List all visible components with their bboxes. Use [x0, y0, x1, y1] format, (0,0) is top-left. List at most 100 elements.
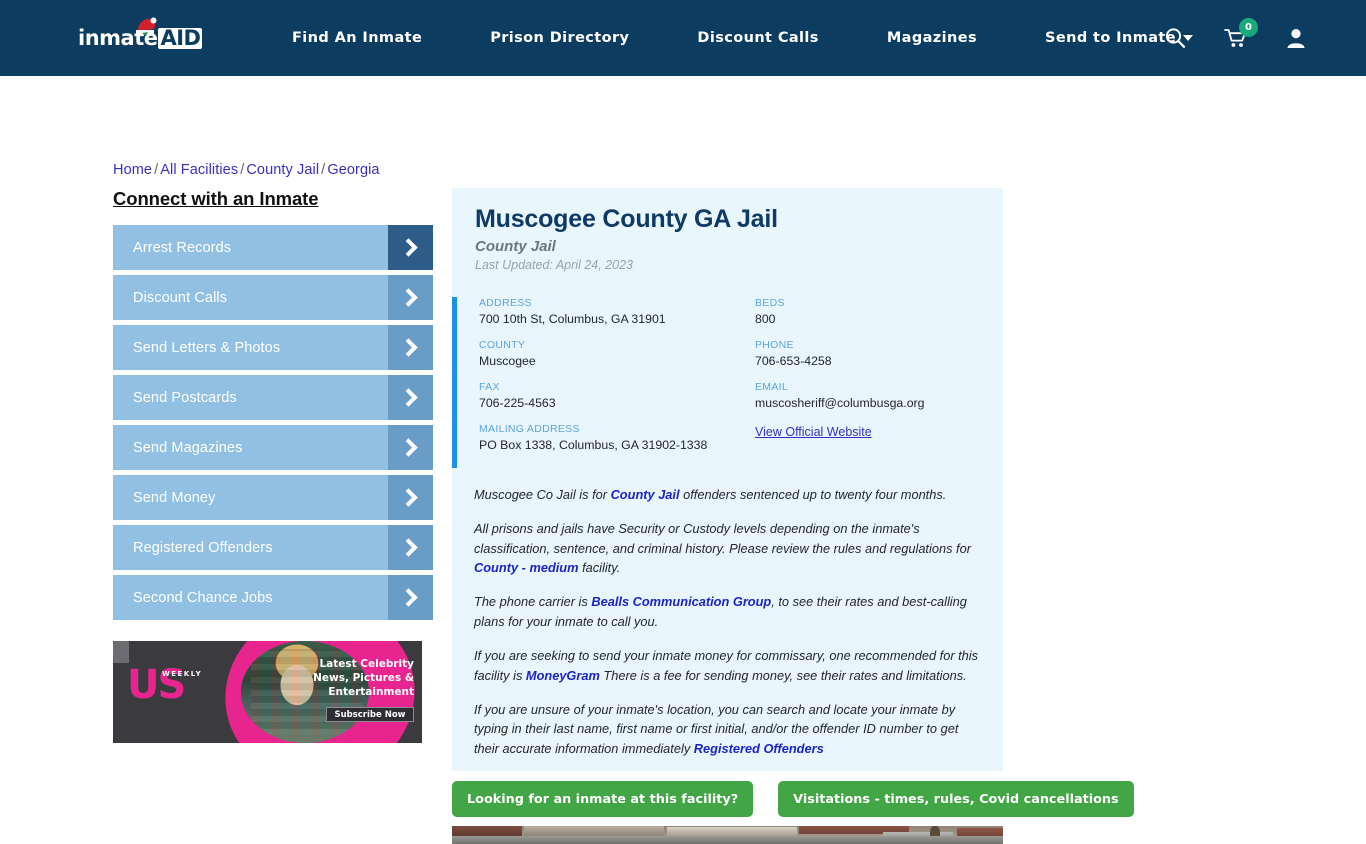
info-value: 706-225-4563 [479, 395, 556, 410]
breadcrumb-item-county-jail[interactable]: County Jail [246, 162, 319, 178]
ad-line-1: Latest Celebrity [319, 658, 414, 670]
facility-description: Muscogee Co Jail is for County Jail offe… [452, 485, 1003, 758]
header-icon-group: 0 [1164, 0, 1306, 76]
facility-info-grid: ADDRESS 700 10th St, Columbus, GA 31901 … [479, 297, 983, 452]
sidebar-item-label: Discount Calls [133, 289, 228, 306]
sidebar-item-second-chance-jobs[interactable]: Second Chance Jobs [113, 575, 433, 620]
logo-text-inmate: inmate [78, 25, 158, 50]
desc-p2-text-b: facility. [578, 559, 621, 575]
desc-p3-text-a: The phone carrier is [474, 594, 592, 610]
info-value: 706-653-4258 [755, 353, 832, 368]
info-field-address: ADDRESS 700 10th St, Columbus, GA 31901 [479, 297, 755, 326]
info-label: EMAIL [755, 380, 789, 393]
sidebar-item-label: Send Magazines [133, 439, 243, 456]
link-county-jail[interactable]: County Jail [611, 487, 680, 502]
desc-p2-text-a: All prisons and jails have Security or C… [474, 521, 971, 556]
ad-corner-tag [113, 641, 129, 663]
account-button[interactable] [1286, 27, 1306, 49]
chevron-right-icon [388, 575, 433, 620]
info-label: PHONE [755, 338, 794, 351]
link-moneygram[interactable]: MoneyGram [526, 668, 600, 683]
sidebar-item-send-money[interactable]: Send Money [113, 475, 433, 520]
nav-find-an-inmate[interactable]: Find An Inmate [258, 30, 456, 46]
info-value: 800 [755, 311, 776, 326]
facility-card: Muscogee County GA Jail County Jail Last… [452, 188, 1003, 771]
breadcrumb-separator: / [154, 162, 159, 178]
sidebar-title: Connect with an Inmate [113, 188, 319, 209]
breadcrumb-item-all-facilities[interactable]: All Facilities [160, 162, 238, 178]
facility-header: Muscogee County GA Jail County Jail Last… [452, 188, 1003, 272]
sidebar-item-send-magazines[interactable]: Send Magazines [113, 425, 433, 470]
facility-type: County Jail [475, 237, 556, 255]
info-value: PO Box 1338, Columbus, GA 31902-1338 [479, 437, 708, 452]
sidebar: Connect with an Inmate Arrest Records Di… [113, 188, 433, 625]
photo-building [667, 827, 797, 836]
nav-discount-calls[interactable]: Discount Calls [663, 30, 852, 46]
desc-p4-text-b: There is a fee for sending money, see th… [599, 667, 967, 683]
chevron-right-icon [388, 275, 433, 320]
view-official-website-link[interactable]: View Official Website [755, 425, 872, 439]
user-account-icon [1287, 29, 1305, 48]
search-button[interactable] [1164, 27, 1186, 49]
accent-bar [452, 296, 457, 468]
facility-info-section: ADDRESS 700 10th St, Columbus, GA 31901 … [452, 296, 1003, 468]
breadcrumb-separator: / [240, 162, 245, 178]
sidebar-item-send-letters-photos[interactable]: Send Letters & Photos [113, 325, 433, 370]
description-paragraph-1: Muscogee Co Jail is for County Jail offe… [474, 485, 981, 504]
description-paragraph-2: All prisons and jails have Security or C… [474, 519, 981, 577]
info-field-phone: PHONE 706-653-4258 [755, 339, 983, 368]
description-paragraph-5: If you are unsure of your inmate's locat… [474, 700, 981, 758]
site-header: inmate AID Find An Inmate Prison Director… [0, 0, 1366, 76]
sidebar-item-label: Send Money [133, 489, 216, 506]
visitations-button[interactable]: Visitations - times, rules, Covid cancel… [778, 781, 1134, 817]
site-logo[interactable]: inmate AID [78, 17, 203, 55]
chevron-right-icon [388, 425, 433, 470]
chevron-right-icon [388, 225, 433, 270]
sidebar-item-arrest-records[interactable]: Arrest Records [113, 225, 433, 270]
desc-p1-text-b: offenders sentenced up to twenty four mo… [679, 486, 947, 502]
sidebar-item-send-postcards[interactable]: Send Postcards [113, 375, 433, 420]
photo-road [452, 836, 1003, 844]
cart-button[interactable]: 0 [1224, 18, 1258, 49]
breadcrumb: Home / All Facilities / County Jail / Georgia [113, 162, 380, 178]
ad-line-3: Entertainment [328, 686, 414, 698]
link-registered-offenders[interactable]: Registered Offenders [694, 741, 824, 756]
sidebar-item-registered-offenders[interactable]: Registered Offenders [113, 525, 433, 570]
nav-prison-directory[interactable]: Prison Directory [456, 30, 663, 46]
desc-p1-text-a: Muscogee Co Jail is for [474, 486, 611, 502]
info-field-email: EMAIL muscosheriff@columbusga.org [755, 381, 983, 410]
search-icon [1165, 28, 1186, 48]
breadcrumb-item-georgia[interactable]: Georgia [327, 162, 379, 178]
info-label: BEDS [755, 296, 785, 309]
chevron-right-icon [388, 325, 433, 370]
ad-brand-subtext: WEEKLY [162, 670, 203, 678]
nav-magazines[interactable]: Magazines [853, 30, 1011, 46]
breadcrumb-item-home[interactable]: Home [113, 162, 152, 178]
sidebar-item-discount-calls[interactable]: Discount Calls [113, 275, 433, 320]
chevron-right-icon [388, 475, 433, 520]
info-field-website: View Official Website [755, 423, 983, 452]
action-button-row: Looking for an inmate at this facility? … [452, 781, 1134, 817]
nav-send-to-inmate-label: Send to Inmate [1045, 30, 1176, 46]
chevron-right-icon [388, 525, 433, 570]
sidebar-item-label: Send Postcards [133, 389, 237, 406]
ad-brand-text: US [127, 662, 186, 708]
logo-text-aid: AID [158, 25, 203, 50]
info-field-mailing-address: MAILING ADDRESS PO Box 1338, Columbus, G… [479, 423, 755, 452]
advertisement-banner[interactable]: US WEEKLY Latest Celebrity News, Picture… [113, 641, 422, 743]
info-label: COUNTY [479, 338, 526, 351]
link-phone-carrier[interactable]: Bealls Communication Group [591, 594, 771, 609]
sidebar-item-label: Second Chance Jobs [133, 589, 273, 606]
sidebar-item-label: Registered Offenders [133, 539, 273, 556]
ad-subscribe-button[interactable]: Subscribe Now [326, 707, 414, 722]
inmate-search-button[interactable]: Looking for an inmate at this facility? [452, 781, 754, 817]
description-paragraph-3: The phone carrier is Bealls Communicatio… [474, 592, 981, 631]
ad-copy-block: Latest Celebrity News, Pictures & Entert… [310, 657, 414, 722]
info-field-fax: FAX 706-225-4563 [479, 381, 755, 410]
cart-count-badge: 0 [1239, 18, 1258, 37]
link-county-medium[interactable]: County - medium [474, 560, 579, 575]
ad-line-2: News, Pictures & [313, 672, 414, 684]
description-paragraph-4: If you are seeking to send your inmate m… [474, 646, 981, 685]
info-field-county: COUNTY Muscogee [479, 339, 755, 368]
main-navigation: Find An Inmate Prison Directory Discount… [258, 30, 1227, 46]
